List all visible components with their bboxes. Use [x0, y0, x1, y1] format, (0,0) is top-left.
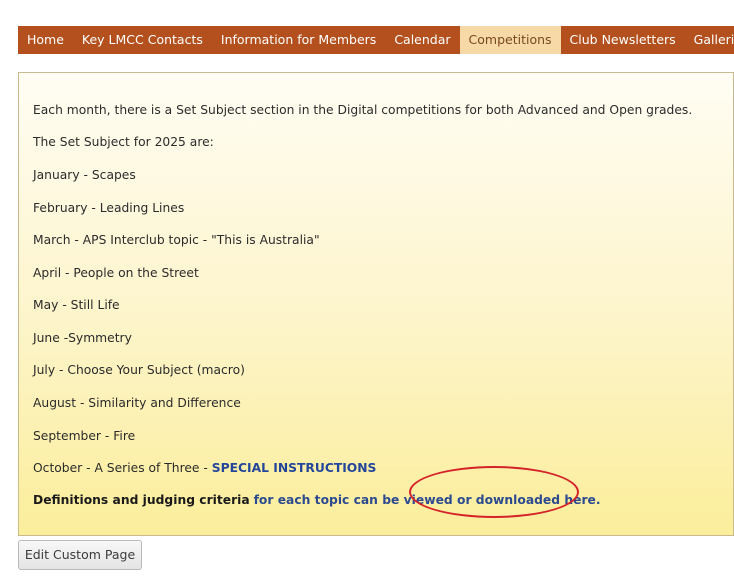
nav-galleries[interactable]: Galleries — [685, 26, 734, 54]
month-february: February - Leading Lines — [33, 201, 185, 215]
set-subject-heading: The Set Subject for 2025 are: — [33, 135, 214, 149]
month-march: March - APS Interclub topic - "This is A… — [33, 233, 320, 247]
definitions-download-link[interactable]: for each topic can be viewed or download… — [254, 493, 601, 507]
nav-calendar[interactable]: Calendar — [385, 26, 459, 54]
month-august: August - Similarity and Difference — [33, 396, 241, 410]
nav-key-lmcc-contacts[interactable]: Key LMCC Contacts — [73, 26, 212, 54]
month-october: October - A Series of Three - SPECIAL IN… — [33, 461, 376, 475]
main-nav: Home Key LMCC Contacts Information for M… — [18, 26, 734, 54]
month-july: July - Choose Your Subject (macro) — [33, 363, 245, 377]
special-instructions-link[interactable]: SPECIAL INSTRUCTIONS — [212, 461, 377, 475]
nav-information-for-members[interactable]: Information for Members — [212, 26, 385, 54]
definitions-line: Definitions and judging criteria for eac… — [33, 493, 601, 507]
edit-custom-page-button[interactable]: Edit Custom Page — [18, 540, 142, 570]
nav-competitions[interactable]: Competitions — [459, 26, 561, 54]
nav-club-newsletters[interactable]: Club Newsletters — [561, 26, 685, 54]
month-june: June -Symmetry — [33, 331, 132, 345]
month-september: September - Fire — [33, 429, 136, 443]
intro-text: Each month, there is a Set Subject secti… — [33, 103, 693, 117]
definitions-label: Definitions and judging criteria — [33, 493, 250, 507]
month-april: April - People on the Street — [33, 266, 199, 280]
month-may: May - Still Life — [33, 298, 120, 312]
nav-home[interactable]: Home — [18, 26, 73, 54]
month-january: January - Scapes — [33, 168, 136, 182]
content-panel: Each month, there is a Set Subject secti… — [18, 72, 734, 536]
october-text: October - A Series of Three - — [33, 461, 212, 475]
